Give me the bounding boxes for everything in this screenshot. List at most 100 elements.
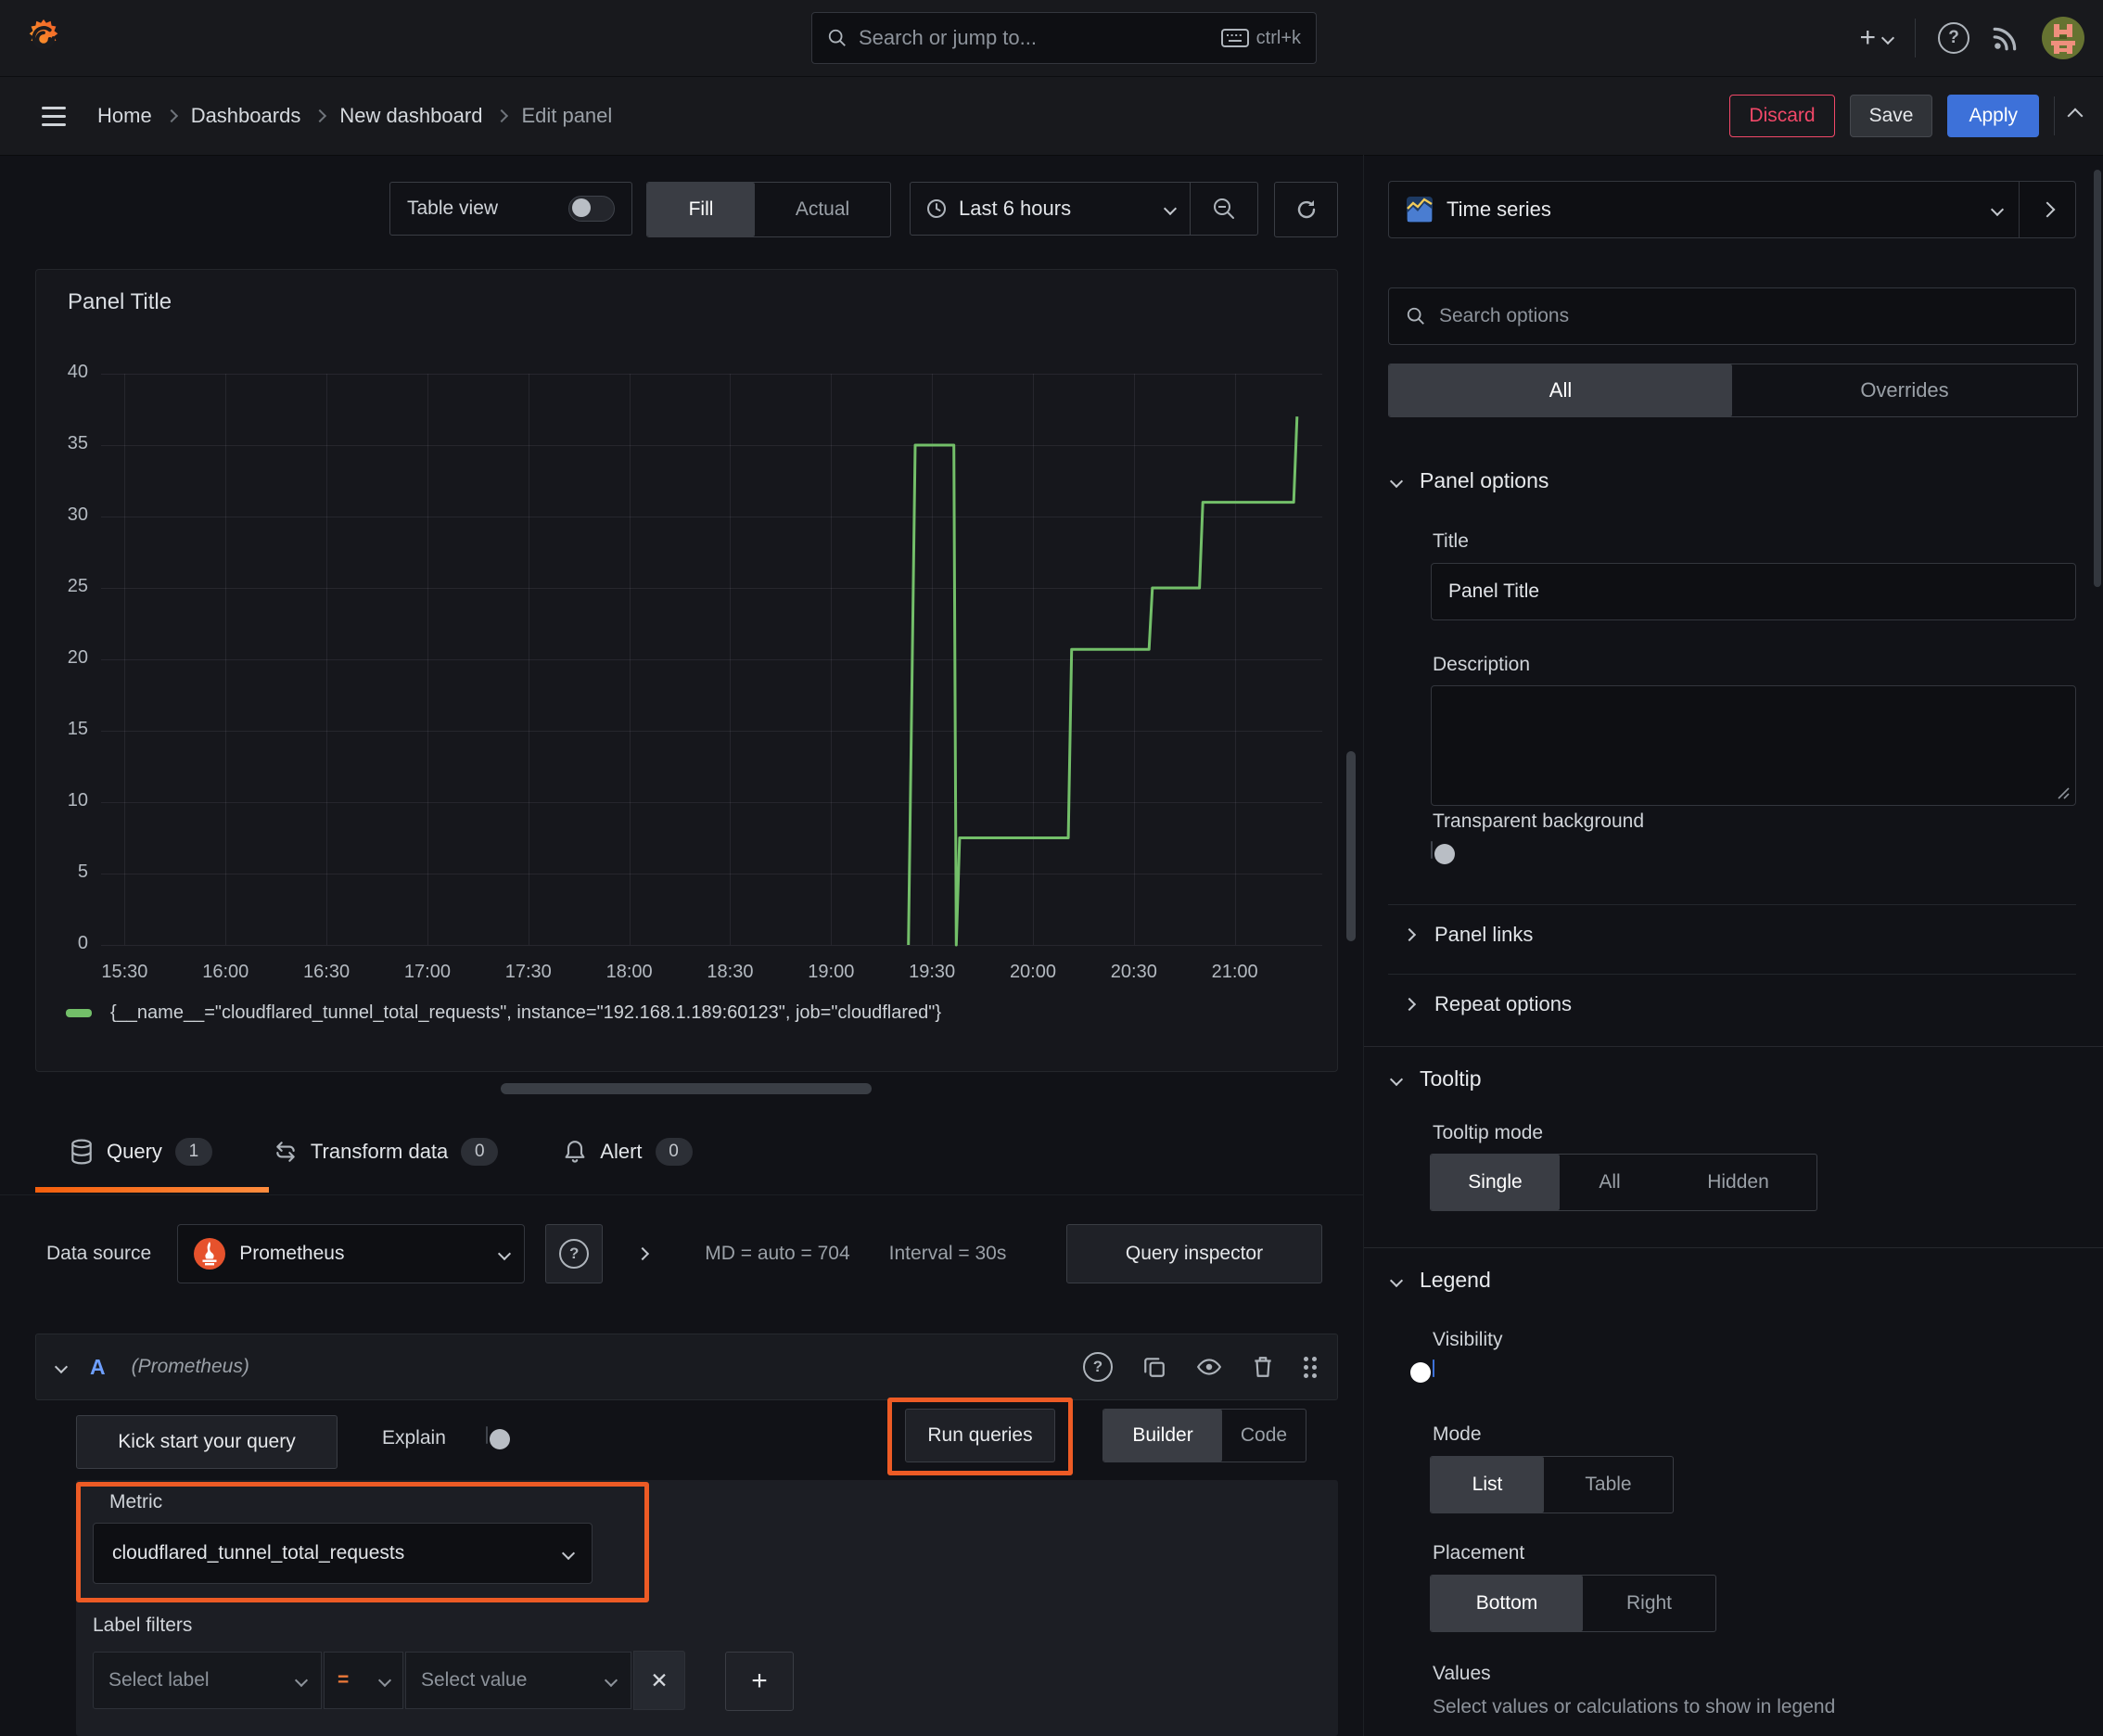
builder-code-segmented: Builder Code (1102, 1409, 1306, 1462)
y-tick-label: 35 (67, 433, 88, 453)
legend-placement-right[interactable]: Right (1583, 1576, 1715, 1631)
section-divider (1388, 974, 2076, 975)
legend-mode-list[interactable]: List (1431, 1457, 1544, 1513)
refresh-button[interactable] (1274, 182, 1338, 237)
legend-visibility-toggle[interactable] (1410, 1359, 1434, 1383)
tooltip-mode-single[interactable]: Single (1431, 1155, 1560, 1210)
add-filter-button[interactable]: + (725, 1652, 794, 1711)
viz-suggestions-button[interactable] (2020, 201, 2075, 218)
explain-toggle[interactable] (486, 1426, 510, 1449)
collapse-header-icon[interactable] (2067, 108, 2084, 124)
news-rss-icon[interactable] (1992, 24, 2020, 52)
all-overrides-tabs: All Overrides (1388, 364, 2078, 417)
tab-query[interactable]: Query 1 (70, 1138, 212, 1166)
tooltip-header[interactable]: Tooltip (1389, 1066, 1482, 1091)
description-textarea[interactable] (1431, 685, 2076, 806)
query-row-collapse-icon[interactable] (54, 1359, 69, 1374)
drag-query-grip-icon[interactable] (1304, 1356, 1317, 1378)
operator-value: = (338, 1669, 350, 1691)
save-button[interactable]: Save (1849, 95, 1933, 137)
tab-alert[interactable]: Alert 0 (563, 1138, 693, 1166)
chart-plot-area[interactable] (101, 374, 1322, 947)
global-search-box[interactable]: Search or jump to... ctrl+k (811, 12, 1317, 64)
select-label-dropdown[interactable]: Select label (93, 1652, 322, 1709)
vertical-scrollbar-thumb[interactable] (1346, 751, 1356, 941)
resize-handle-icon[interactable] (2057, 786, 2070, 799)
actual-option[interactable]: Actual (755, 183, 890, 236)
search-options-box[interactable]: Search options (1388, 287, 2076, 345)
x-tick-label: 18:00 (605, 962, 653, 982)
apply-button[interactable]: Apply (1947, 95, 2039, 137)
add-menu-button[interactable]: + (1859, 24, 1895, 52)
horizontal-scrollbar-thumb[interactable] (501, 1083, 872, 1094)
breadcrumb-separator-icon (495, 108, 509, 123)
legend-placement-bottom[interactable]: Bottom (1431, 1576, 1583, 1631)
table-view-toggle[interactable] (568, 196, 615, 222)
builder-option[interactable]: Builder (1103, 1410, 1222, 1462)
x-tick-label: 19:00 (808, 962, 855, 982)
tooltip-mode-hidden[interactable]: Hidden (1660, 1155, 1816, 1210)
query-options-expand-icon[interactable] (636, 1246, 650, 1261)
tab-query-count: 1 (174, 1138, 212, 1166)
transparent-background-toggle[interactable] (1431, 841, 1455, 864)
metric-select[interactable]: cloudflared_tunnel_total_requests (93, 1523, 593, 1584)
x-tick-label: 20:00 (1009, 962, 1056, 982)
breadcrumb-home[interactable]: Home (97, 104, 152, 128)
remove-filter-button[interactable]: ✕ (633, 1651, 685, 1710)
disable-query-eye-icon[interactable] (1196, 1355, 1222, 1379)
tab-all[interactable]: All (1389, 364, 1732, 416)
panel-links-header[interactable]: Panel links (1402, 923, 1533, 947)
tab-overrides[interactable]: Overrides (1732, 364, 2077, 416)
metric-label: Metric (109, 1491, 163, 1513)
breadcrumb-new-dashboard[interactable]: New dashboard (339, 104, 482, 128)
x-tick-label: 18:30 (707, 962, 754, 982)
operator-dropdown[interactable]: = (324, 1652, 403, 1709)
tooltip-heading: Tooltip (1420, 1066, 1482, 1091)
tab-transform-count: 0 (461, 1138, 499, 1166)
breadcrumb-separator-icon (164, 108, 178, 123)
legend-mode-table[interactable]: Table (1544, 1457, 1673, 1513)
repeat-options-header[interactable]: Repeat options (1402, 992, 1572, 1016)
x-tick-label: 17:00 (403, 962, 451, 982)
tab-transform-data[interactable]: Transform data 0 (274, 1138, 499, 1166)
select-label-placeholder: Select label (108, 1669, 210, 1691)
legend-item[interactable]: {__name__="cloudflared_tunnel_total_requ… (66, 1002, 941, 1024)
database-icon (71, 1139, 92, 1165)
delete-query-trash-icon[interactable] (1252, 1355, 1274, 1379)
query-row-header[interactable]: A (Prometheus) ? (35, 1334, 1338, 1400)
panel-title: Panel Title (68, 289, 172, 314)
breadcrumb: Home Dashboards New dashboard Edit panel (97, 104, 612, 128)
x-tick-label: 17:30 (504, 962, 552, 982)
fill-option[interactable]: Fill (647, 183, 755, 236)
legend-placement-segmented: Bottom Right (1430, 1575, 1716, 1632)
datasource-help-button[interactable]: ? (545, 1224, 604, 1283)
help-icon[interactable]: ? (1938, 22, 1969, 54)
breadcrumb-dashboards[interactable]: Dashboards (191, 104, 301, 128)
hamburger-menu-icon[interactable] (42, 106, 66, 126)
duplicate-query-icon[interactable] (1142, 1355, 1166, 1379)
chevron-down-icon (604, 1673, 618, 1688)
panel-title-input[interactable] (1431, 563, 2076, 620)
zoom-out-button[interactable] (1191, 197, 1257, 221)
run-queries-button[interactable]: Run queries (905, 1409, 1055, 1462)
query-inspector-button[interactable]: Query inspector (1066, 1224, 1322, 1283)
code-option[interactable]: Code (1222, 1410, 1306, 1462)
search-shortcut: ctrl+k (1255, 27, 1301, 48)
select-value-dropdown[interactable]: Select value (405, 1652, 631, 1709)
visualization-picker[interactable]: Time series (1388, 181, 2076, 238)
discard-button[interactable]: Discard (1729, 95, 1835, 137)
panel-options-header[interactable]: Panel options (1389, 468, 1549, 493)
tooltip-mode-all[interactable]: All (1560, 1155, 1660, 1210)
datasource-label: Data source (46, 1243, 152, 1264)
sidebar-scrollbar-thumb[interactable] (2094, 170, 2101, 587)
query-help-icon[interactable]: ? (1083, 1352, 1113, 1382)
search-options-placeholder: Search options (1439, 305, 1570, 326)
time-range-picker[interactable]: Last 6 hours (911, 197, 1190, 221)
datasource-select[interactable]: Prometheus (177, 1224, 526, 1283)
label-filters-label: Label filters (93, 1615, 193, 1636)
tab-transform-label: Transform data (310, 1140, 449, 1163)
grafana-logo[interactable] (22, 17, 65, 59)
legend-section-header[interactable]: Legend (1389, 1268, 1491, 1293)
user-avatar[interactable] (2042, 17, 2084, 59)
kick-start-query-button[interactable]: Kick start your query (76, 1415, 338, 1469)
